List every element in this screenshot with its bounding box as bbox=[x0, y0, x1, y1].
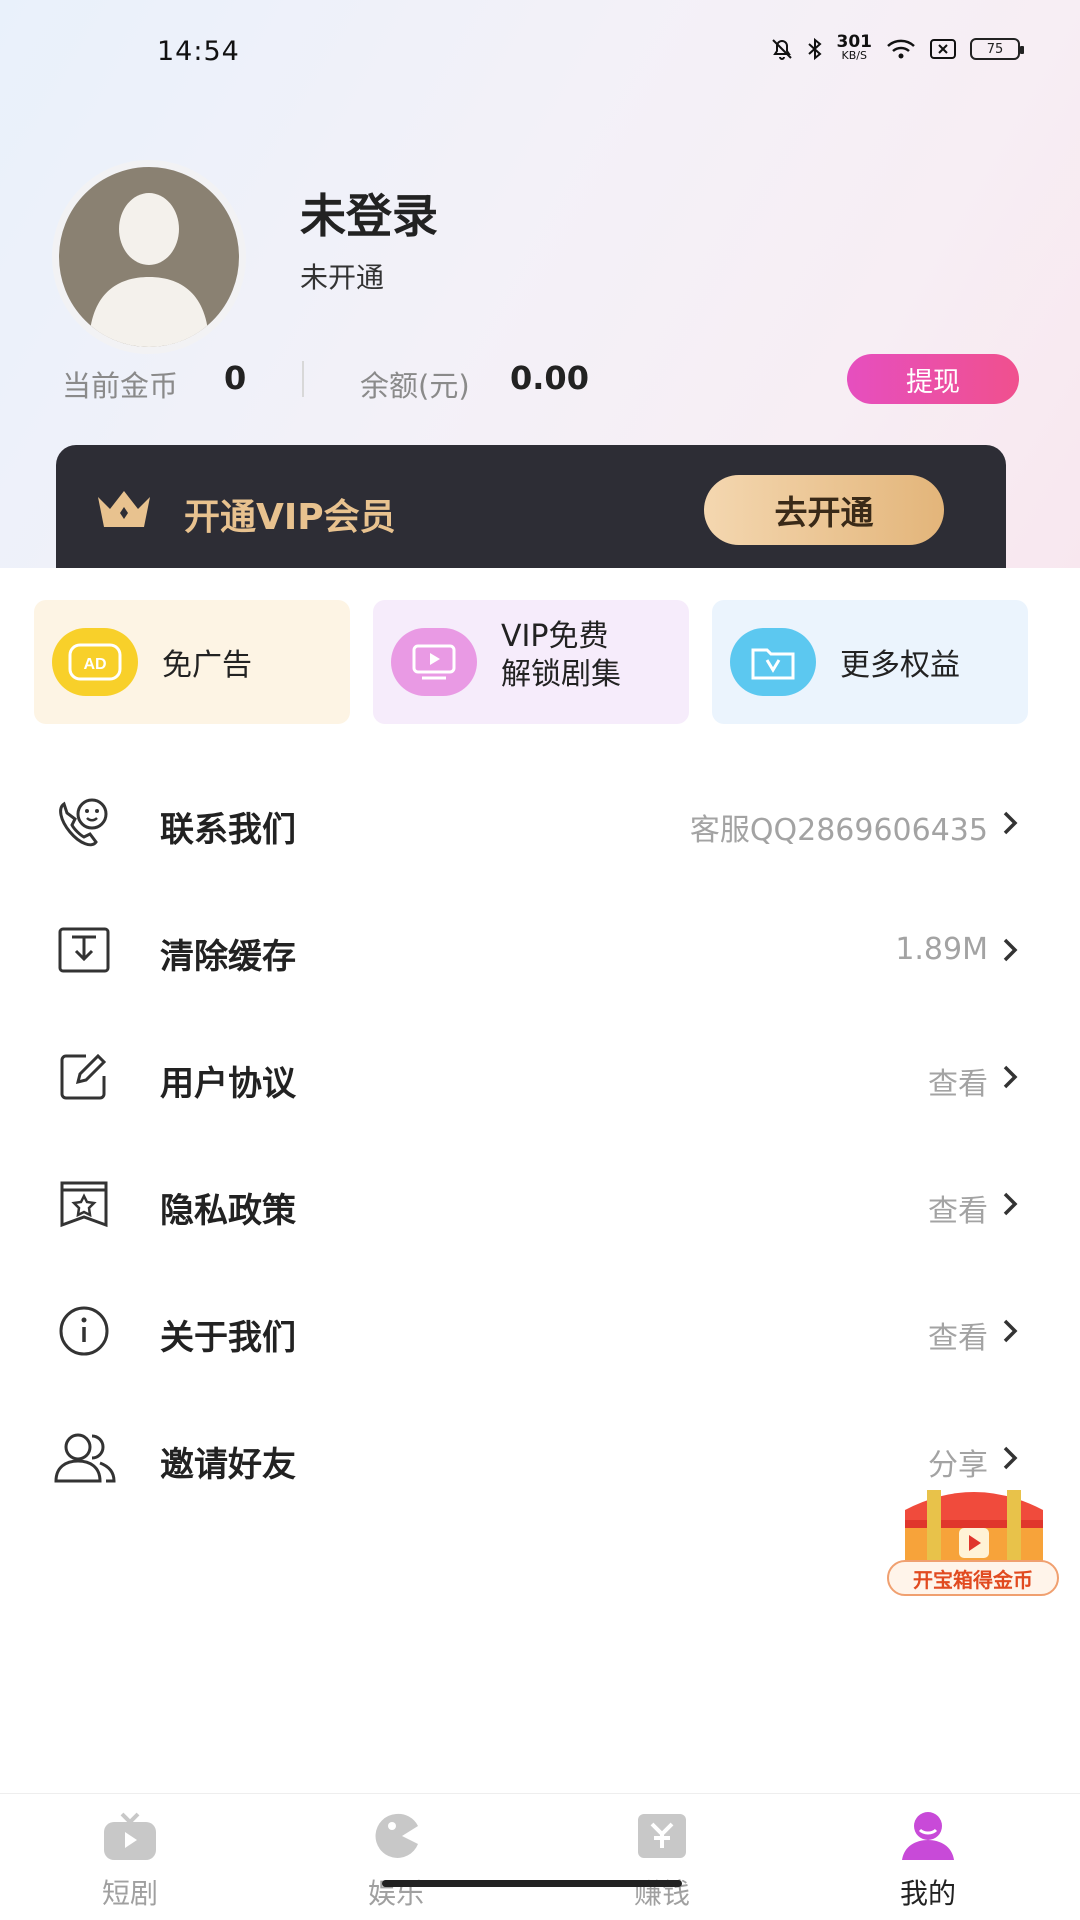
chevron-right-icon bbox=[998, 1189, 1022, 1219]
status-time: 14:54 bbox=[157, 36, 240, 67]
network-speed: 301 KB/S bbox=[836, 32, 873, 63]
edit-document-icon bbox=[54, 1050, 114, 1104]
menu-item-clear-cache[interactable]: 清除缓存 1.89M bbox=[0, 885, 1080, 1012]
benefit-vip-unlock[interactable]: VIP免费 解锁剧集 bbox=[373, 600, 689, 724]
avatar[interactable] bbox=[52, 160, 246, 354]
menu-item-contact[interactable]: 联系我们 客服QQ2869606435 bbox=[0, 758, 1080, 885]
menu-label: 隐私政策 bbox=[160, 1191, 296, 1231]
benefits-row: AD 免广告 VIP免费 解锁剧集 更多权益 bbox=[34, 600, 1034, 724]
menu-item-privacy-policy[interactable]: 隐私政策 查看 bbox=[0, 1139, 1080, 1266]
network-speed-value: 301 bbox=[836, 32, 873, 52]
tv-play-icon bbox=[391, 628, 477, 696]
menu-label: 邀请好友 bbox=[160, 1445, 296, 1485]
nav-label: 娱乐 bbox=[367, 1877, 424, 1910]
menu-label: 清除缓存 bbox=[160, 937, 296, 977]
benefit-no-ads[interactable]: AD 免广告 bbox=[34, 600, 350, 724]
menu-label: 用户协议 bbox=[160, 1064, 296, 1104]
network-speed-unit: KB/S bbox=[841, 49, 867, 62]
wallet-row: 当前金币 0 余额(元) 0.00 提现 bbox=[62, 354, 1022, 405]
content-sheet: AD 免广告 VIP免费 解锁剧集 更多权益 联系我们 客服QQ28696064… bbox=[0, 568, 1080, 1920]
wifi-icon bbox=[886, 38, 916, 60]
wallet-icon bbox=[632, 1810, 692, 1862]
wallet-divider bbox=[302, 361, 304, 397]
balance-label: 余额(元) bbox=[360, 369, 470, 403]
vip-open-button[interactable]: 去开通 bbox=[704, 475, 944, 545]
benefit-label: 更多权益 bbox=[840, 648, 960, 683]
menu-value: 1.89M bbox=[895, 932, 988, 967]
chevron-right-icon bbox=[998, 1316, 1022, 1346]
status-icons: 301 KB/S 75 bbox=[771, 32, 1024, 63]
membership-status: 未开通 bbox=[300, 261, 385, 294]
sim-x-icon bbox=[930, 39, 956, 59]
chevron-right-icon bbox=[998, 808, 1022, 838]
menu-value: 分享 bbox=[928, 1448, 988, 1483]
nav-label: 我的 bbox=[899, 1877, 956, 1910]
status-bar: 14:54 301 KB/S 75 bbox=[0, 0, 1080, 100]
menu-value: 查看 bbox=[928, 1321, 988, 1356]
treasure-chest-widget[interactable]: 开宝箱得金币 bbox=[885, 1480, 1063, 1600]
chevron-right-icon bbox=[998, 1062, 1022, 1092]
treasure-label: 开宝箱得金币 bbox=[887, 1560, 1059, 1596]
benefit-label-line1: VIP免费 bbox=[501, 619, 609, 654]
clear-cache-icon bbox=[54, 923, 114, 977]
friends-icon bbox=[54, 1431, 116, 1485]
nav-tab-earn[interactable]: 赚钱 bbox=[562, 1794, 762, 1920]
menu-value: 查看 bbox=[928, 1194, 988, 1229]
default-user-silhouette-icon bbox=[89, 193, 209, 347]
crown-icon bbox=[94, 485, 154, 535]
nav-tab-entertainment[interactable]: 娱乐 bbox=[296, 1794, 496, 1920]
benefit-more[interactable]: 更多权益 bbox=[712, 600, 1028, 724]
chevron-right-icon bbox=[998, 1443, 1022, 1473]
game-icon bbox=[366, 1810, 426, 1862]
menu-label: 关于我们 bbox=[160, 1318, 296, 1358]
coins-value: 0 bbox=[224, 359, 247, 397]
settings-menu: 联系我们 客服QQ2869606435 清除缓存 1.89M 用户协议 查看 隐… bbox=[0, 758, 1080, 1520]
privacy-star-icon bbox=[54, 1177, 114, 1231]
menu-value: 客服QQ2869606435 bbox=[689, 813, 988, 848]
info-icon bbox=[54, 1304, 114, 1358]
battery-level: 75 bbox=[986, 41, 1004, 57]
benefit-label: 免广告 bbox=[162, 648, 252, 683]
profile-icon bbox=[898, 1810, 958, 1862]
vip-folder-icon bbox=[730, 628, 816, 696]
chevron-right-icon bbox=[998, 935, 1022, 965]
phone-smile-icon bbox=[54, 796, 114, 850]
bluetooth-icon bbox=[807, 37, 823, 61]
nav-tab-mine[interactable]: 我的 bbox=[828, 1794, 1028, 1920]
menu-item-user-agreement[interactable]: 用户协议 查看 bbox=[0, 1012, 1080, 1139]
svg-text:AD: AD bbox=[83, 656, 106, 673]
user-name[interactable]: 未登录 bbox=[300, 180, 438, 246]
tv-icon bbox=[100, 1810, 160, 1862]
battery-icon: 75 bbox=[970, 38, 1024, 60]
nav-tab-short-drama[interactable]: 短剧 bbox=[30, 1794, 230, 1920]
withdraw-button[interactable]: 提现 bbox=[847, 354, 1019, 404]
treasure-chest-icon bbox=[905, 1490, 1043, 1566]
menu-value: 查看 bbox=[928, 1067, 988, 1102]
benefit-label: VIP免费 解锁剧集 bbox=[501, 618, 621, 694]
menu-label: 联系我们 bbox=[160, 810, 296, 850]
nav-label: 赚钱 bbox=[633, 1877, 690, 1910]
balance-value: 0.00 bbox=[510, 359, 589, 397]
ad-icon: AD bbox=[52, 628, 138, 696]
coins-label: 当前金币 bbox=[62, 369, 179, 403]
menu-item-about-us[interactable]: 关于我们 查看 bbox=[0, 1266, 1080, 1393]
bell-muted-icon bbox=[771, 37, 793, 61]
bottom-nav: 短剧 娱乐 赚钱 我的 bbox=[0, 1793, 1080, 1920]
benefit-label-line2: 解锁剧集 bbox=[501, 657, 621, 692]
nav-label: 短剧 bbox=[101, 1877, 158, 1910]
vip-title: 开通VIP会员 bbox=[184, 497, 396, 538]
home-indicator[interactable] bbox=[382, 1880, 682, 1887]
